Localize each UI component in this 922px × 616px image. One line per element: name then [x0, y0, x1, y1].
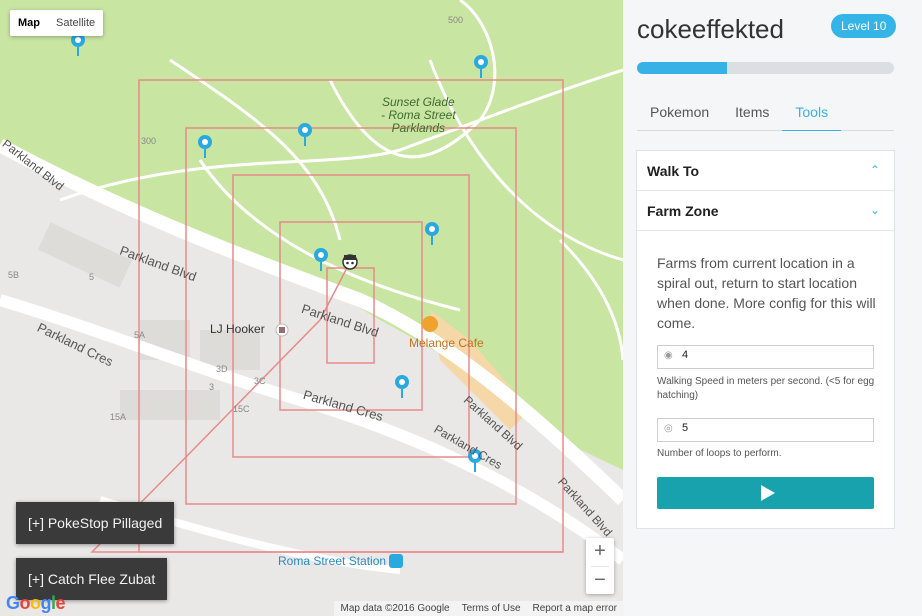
poi-lj-hooker[interactable]: LJ Hooker [210, 322, 265, 336]
loops-value: 5 [682, 422, 689, 434]
station-icon [389, 554, 403, 568]
loops-help: Number of loops to perform. [657, 448, 782, 459]
accordion-title: Walk To [647, 163, 700, 179]
walking-speed-value: 4 [682, 349, 689, 361]
address-number: 3C [254, 376, 266, 386]
play-icon [761, 485, 775, 501]
map-type-control: Map Satellite [10, 10, 104, 36]
poi-melange-cafe[interactable]: Melange Cafe [409, 336, 484, 350]
tab-items[interactable]: Items [722, 100, 782, 130]
tools-card: Walk To ⌃ Farm Zone ⌄ Farms from current… [636, 150, 895, 529]
chevron-down-icon: ⌄ [869, 203, 880, 217]
map-attribution: Map data ©2016 Google Terms of Use Repor… [334, 601, 623, 616]
zoom-out-button[interactable]: − [586, 567, 614, 595]
address-number: 5A [134, 330, 146, 340]
map-data-text: Map data ©2016 Google [340, 603, 450, 614]
address-number: 300 [141, 136, 157, 146]
toast-pokestop-pillaged[interactable]: [+] PokeStop Pillaged [16, 502, 175, 544]
building [120, 390, 220, 420]
zoom-control: + − [586, 538, 614, 594]
address-number: 3 [209, 382, 215, 392]
cafe-icon [422, 316, 438, 332]
address-number: 500 [448, 15, 464, 25]
map-type-map-button[interactable]: Map [10, 10, 48, 36]
player-avatar [342, 254, 358, 270]
username: cokeeffekted [637, 14, 784, 44]
loops-input[interactable]: ◎ 5 [657, 418, 874, 442]
map-type-satellite-button[interactable]: Satellite [48, 10, 103, 36]
level-badge: Level 10 [831, 14, 897, 38]
xp-progress-fill [637, 62, 727, 74]
building [200, 330, 260, 370]
accordion-walk-to[interactable]: Walk To ⌃ [637, 151, 894, 191]
accordion-title: Farm Zone [647, 203, 719, 219]
start-farm-button[interactable] [657, 477, 874, 509]
loop-icon: ◎ [664, 423, 673, 434]
address-number: 3D [216, 364, 228, 374]
walking-speed-input[interactable]: ◉ 4 [657, 345, 874, 369]
terms-link[interactable]: Terms of Use [462, 603, 521, 614]
tab-pokemon[interactable]: Pokemon [637, 100, 722, 130]
chevron-up-icon: ⌃ [869, 163, 880, 177]
xp-progress-bar [637, 62, 894, 74]
farm-description: Farms from current location in a spiral … [657, 255, 876, 331]
zoom-in-button[interactable]: + [586, 538, 614, 566]
side-panel: cokeeffekted Level 10 Pokemon Items Tool… [623, 0, 922, 616]
speedometer-icon: ◉ [664, 350, 673, 361]
tab-bar: Pokemon Items Tools [637, 100, 894, 131]
pokestop-marker [395, 375, 409, 398]
address-number: 5B [8, 270, 20, 280]
report-error-link[interactable]: Report a map error [533, 603, 617, 614]
tab-tools[interactable]: Tools [782, 100, 842, 131]
map-view[interactable]: Sunset Glade - Roma Street Parklands Parkl… [0, 0, 623, 616]
address-number: 15A [110, 412, 127, 422]
address-number: 15C [233, 404, 250, 414]
poi-roma-street-station[interactable]: Roma Street Station [278, 554, 386, 568]
address-number: 5 [89, 272, 95, 282]
google-logo: Google [6, 593, 66, 613]
walking-speed-help: Walking Speed in meters per second. (<5 … [657, 376, 875, 401]
park-label: Sunset Glade - Roma Street Parklands [381, 95, 456, 135]
accordion-farm-zone[interactable]: Farm Zone ⌄ [637, 191, 894, 231]
